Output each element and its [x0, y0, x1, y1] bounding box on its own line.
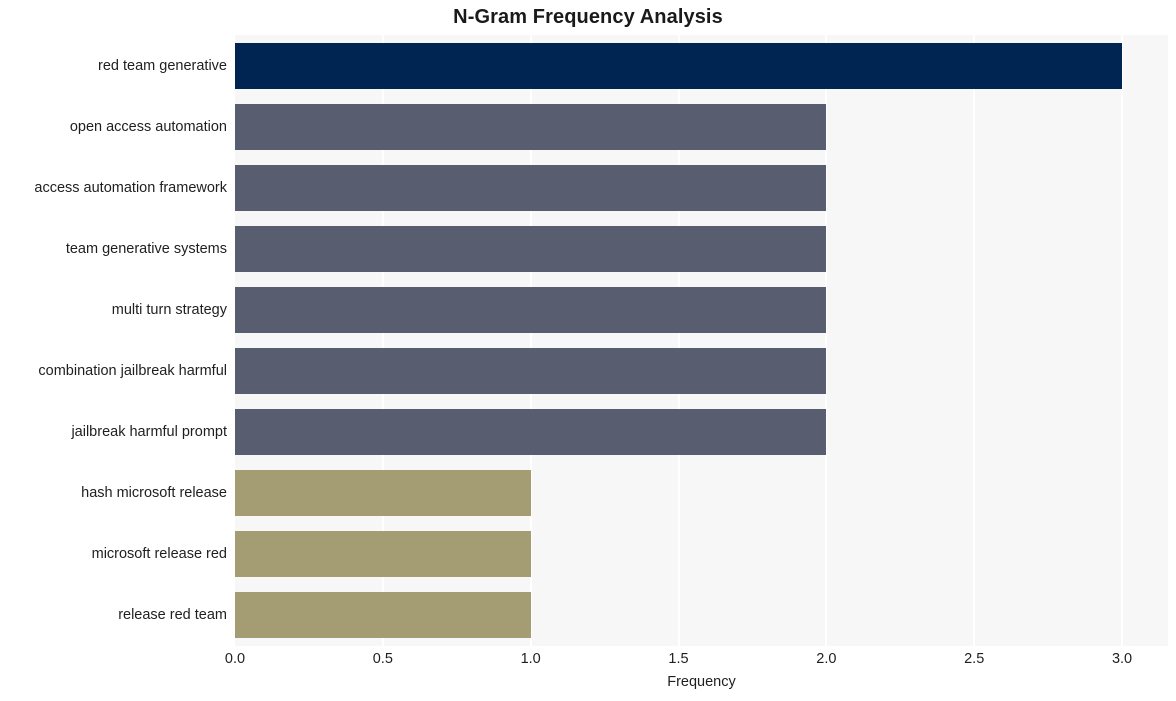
- chart-title: N-Gram Frequency Analysis: [453, 6, 723, 28]
- y-axis-tick-label: team generative systems: [65, 240, 227, 257]
- y-axis-tick-label: combination jailbreak harmful: [38, 363, 227, 380]
- x-axis-tick-labels: 0.0 0.5 1.0 1.5 2.0 2.5 3.0: [0, 652, 1176, 674]
- y-axis-tick-label: multi turn strategy: [111, 301, 227, 318]
- chart-figure: N-Gram Frequency Analysis red team gener…: [0, 0, 1176, 701]
- x-axis-title: Frequency: [667, 674, 736, 690]
- bar[interactable]: [235, 42, 1123, 89]
- x-axis-tick-label: 0.5: [372, 651, 393, 667]
- bar[interactable]: [235, 409, 827, 456]
- bar[interactable]: [235, 470, 531, 517]
- bar[interactable]: [235, 592, 531, 639]
- x-axis-tick-label: 1.5: [668, 651, 689, 667]
- y-axis-tick-label: jailbreak harmful prompt: [71, 424, 227, 441]
- x-axis-tick-label: 0.0: [224, 651, 246, 667]
- bar[interactable]: [235, 286, 827, 333]
- bar[interactable]: [235, 103, 827, 150]
- y-axis-tick-label: open access automation: [69, 118, 227, 135]
- y-axis-tick-label: red team generative: [98, 57, 227, 74]
- y-axis-tick-label: hash microsoft release: [81, 485, 227, 502]
- plot-area: [235, 35, 1168, 646]
- x-axis-tick-label: 3.0: [1111, 651, 1133, 667]
- x-axis-tick-label: 2.0: [816, 651, 837, 667]
- gridline-x-2.5: [973, 35, 976, 646]
- gridline-x-3.0: [1121, 35, 1124, 646]
- y-axis-tick-label: access automation framework: [34, 179, 227, 196]
- y-axis-tick-label: microsoft release red: [91, 546, 227, 563]
- x-axis-tick-label: 2.5: [964, 651, 985, 667]
- bar[interactable]: [235, 531, 531, 578]
- bar[interactable]: [235, 348, 827, 395]
- bar[interactable]: [235, 164, 827, 211]
- y-axis-tick-label: release red team: [118, 607, 227, 624]
- x-axis-tick-label: 1.0: [520, 651, 541, 667]
- bar[interactable]: [235, 225, 827, 272]
- y-axis-tick-labels: red team generative open access automatio…: [0, 35, 227, 646]
